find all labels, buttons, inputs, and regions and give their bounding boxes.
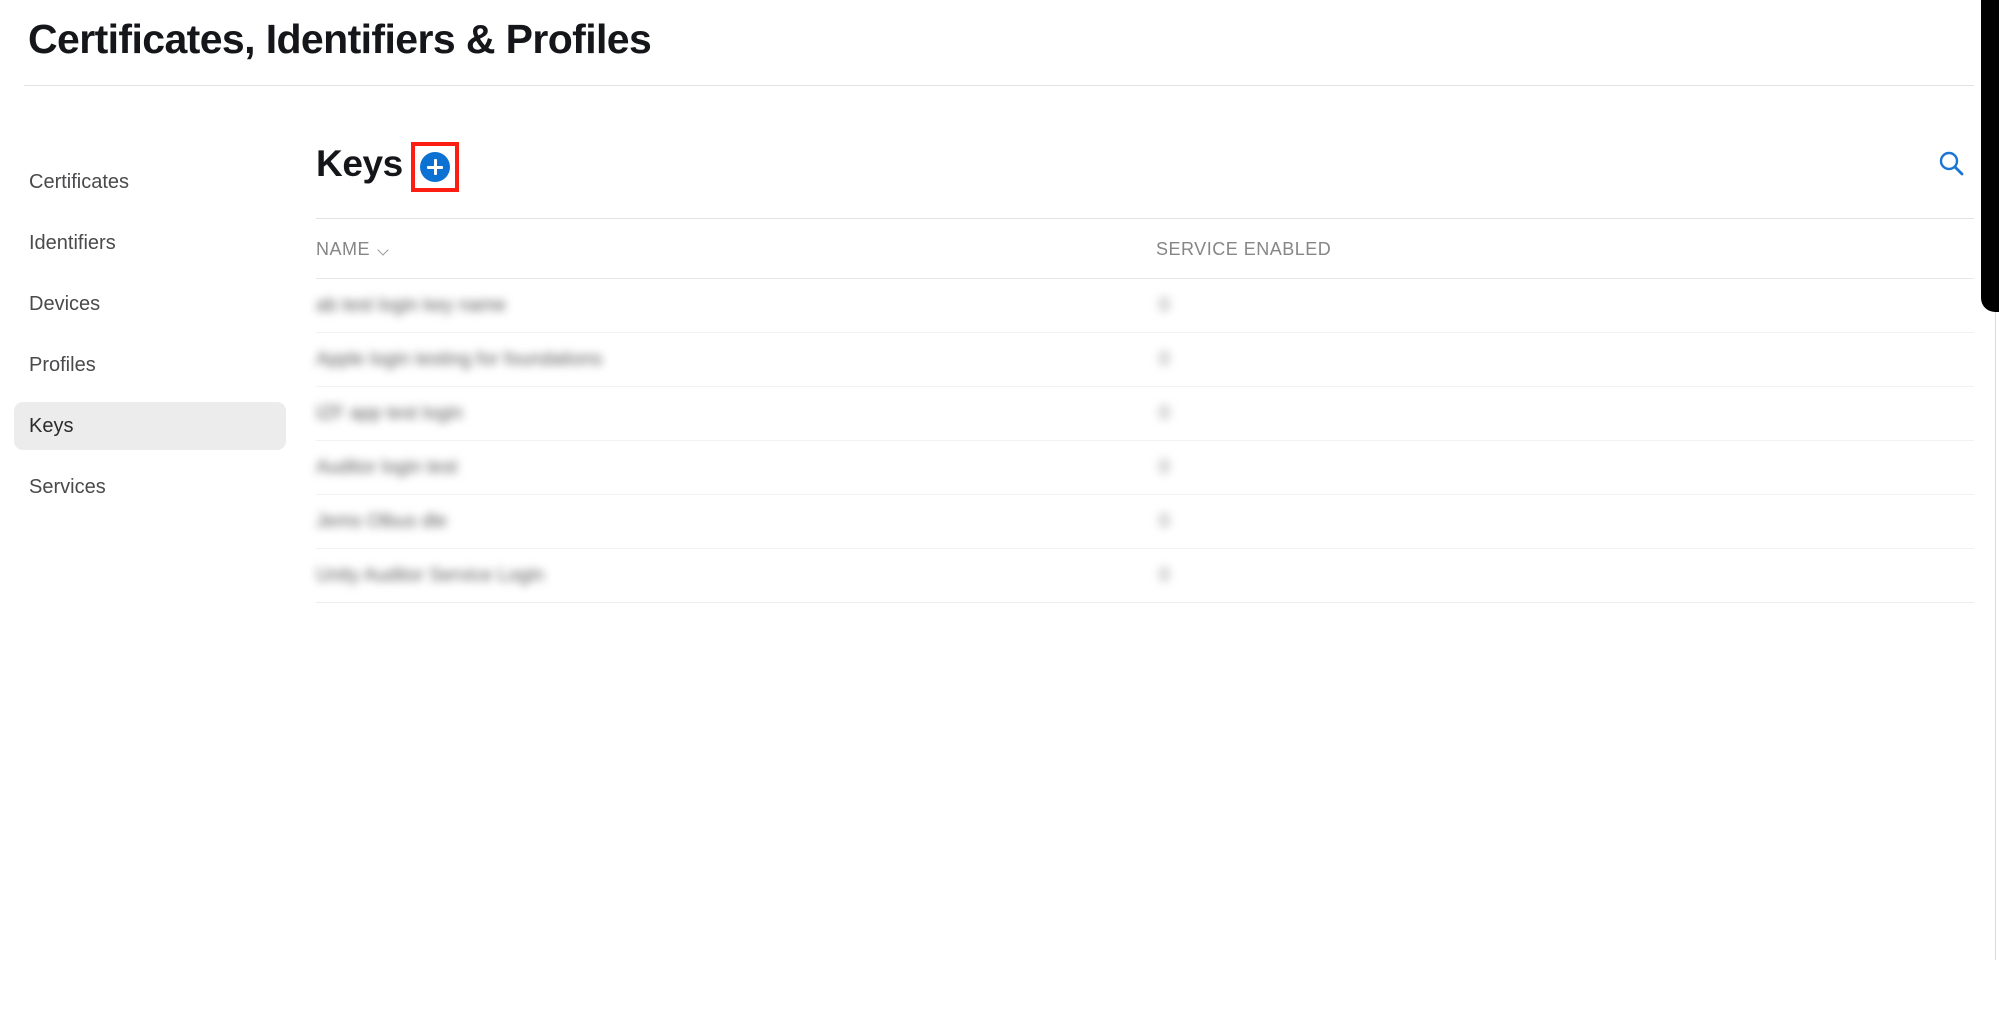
cell-service-enabled: 0	[1156, 440, 1974, 495]
service-enabled-value: 0	[1159, 564, 1170, 586]
table-row[interactable]: Auditor login test 0	[316, 440, 1974, 495]
column-header-service-enabled-label: SERVICE ENABLED	[1156, 239, 1332, 259]
add-key-button[interactable]	[420, 152, 450, 182]
cell-name: Apple login testing for foundations	[316, 332, 1156, 387]
cell-name: Unity Auditor Service Login	[316, 548, 1156, 603]
window-edge-corner	[1981, 296, 1999, 312]
key-name: IZF app test login	[316, 402, 463, 424]
window-edge-hairline	[1995, 300, 1996, 960]
service-enabled-value: 0	[1159, 510, 1170, 532]
search-button[interactable]	[1928, 140, 1974, 186]
table-header-row: NAME SERVICE ENABLED	[316, 219, 1974, 279]
cell-service-enabled: 0	[1156, 332, 1974, 387]
sidebar-item-keys[interactable]: Keys	[14, 402, 286, 450]
main-content: Keys NAME SERVICE ENABLED ab test login …	[316, 140, 1974, 603]
sidebar-item-label: Profiles	[29, 354, 96, 376]
sidebar-item-services[interactable]: Services	[14, 463, 286, 511]
service-enabled-value: 0	[1159, 294, 1170, 316]
key-name: Jems Olbus dle	[316, 510, 447, 532]
cell-service-enabled: 0	[1156, 386, 1974, 441]
service-enabled-value: 0	[1159, 456, 1170, 478]
key-name: Auditor login test	[316, 456, 458, 478]
search-icon	[1939, 151, 1964, 176]
sidebar-item-label: Certificates	[29, 171, 130, 193]
key-name: ab test login key name	[316, 294, 507, 316]
keys-table: NAME SERVICE ENABLED ab test login key n…	[316, 219, 1974, 603]
table-header: NAME SERVICE ENABLED	[316, 219, 1974, 279]
sidebar-item-certificates[interactable]: Certificates	[14, 158, 286, 206]
column-header-name-label: NAME	[316, 239, 371, 259]
column-header-name[interactable]: NAME	[316, 219, 1156, 279]
cell-name: IZF app test login	[316, 386, 1156, 441]
table-body: ab test login key name 0 Apple login testi…	[316, 278, 1974, 603]
sidebar-item-label: Services	[29, 476, 106, 498]
table-row[interactable]: Jems Olbus dle 0	[316, 494, 1974, 549]
key-name: Unity Auditor Service Login	[316, 564, 545, 586]
section-title: Keys	[316, 143, 403, 184]
add-key-highlight	[411, 142, 459, 192]
sidebar-item-profiles[interactable]: Profiles	[14, 341, 286, 389]
column-header-service-enabled: SERVICE ENABLED	[1156, 219, 1974, 279]
cell-name: Auditor login test	[316, 440, 1156, 495]
table-row[interactable]: IZF app test login 0	[316, 386, 1974, 441]
section-header: Keys	[316, 140, 1974, 218]
service-enabled-value: 0	[1159, 402, 1170, 424]
table-row[interactable]: Apple login testing for foundations 0	[316, 332, 1974, 387]
page-header: Certificates, Identifiers & Profiles	[0, 0, 1981, 65]
chevron-down-icon	[378, 246, 389, 253]
key-name: Apple login testing for foundations	[316, 348, 603, 370]
sidebar-item-devices[interactable]: Devices	[14, 280, 286, 328]
header-divider	[24, 85, 1974, 86]
cell-service-enabled: 0	[1156, 278, 1974, 333]
sidebar-item-label: Keys	[29, 415, 74, 437]
cell-service-enabled: 0	[1156, 548, 1974, 603]
sidebar-item-label: Identifiers	[29, 232, 116, 254]
window-edge-band	[1981, 0, 1999, 296]
table-row[interactable]: ab test login key name 0	[316, 278, 1974, 333]
table-row[interactable]: Unity Auditor Service Login 0	[316, 548, 1974, 603]
service-enabled-value: 0	[1159, 348, 1170, 370]
sidebar: Certificates Identifiers Devices Profiles Ke…	[0, 158, 300, 524]
sidebar-item-label: Devices	[29, 293, 101, 315]
sidebar-item-identifiers[interactable]: Identifiers	[14, 219, 286, 267]
cell-service-enabled: 0	[1156, 494, 1974, 549]
cell-name: Jems Olbus dle	[316, 494, 1156, 549]
cell-name: ab test login key name	[316, 278, 1156, 333]
page-title: Certificates, Identifiers & Profiles	[28, 16, 652, 62]
